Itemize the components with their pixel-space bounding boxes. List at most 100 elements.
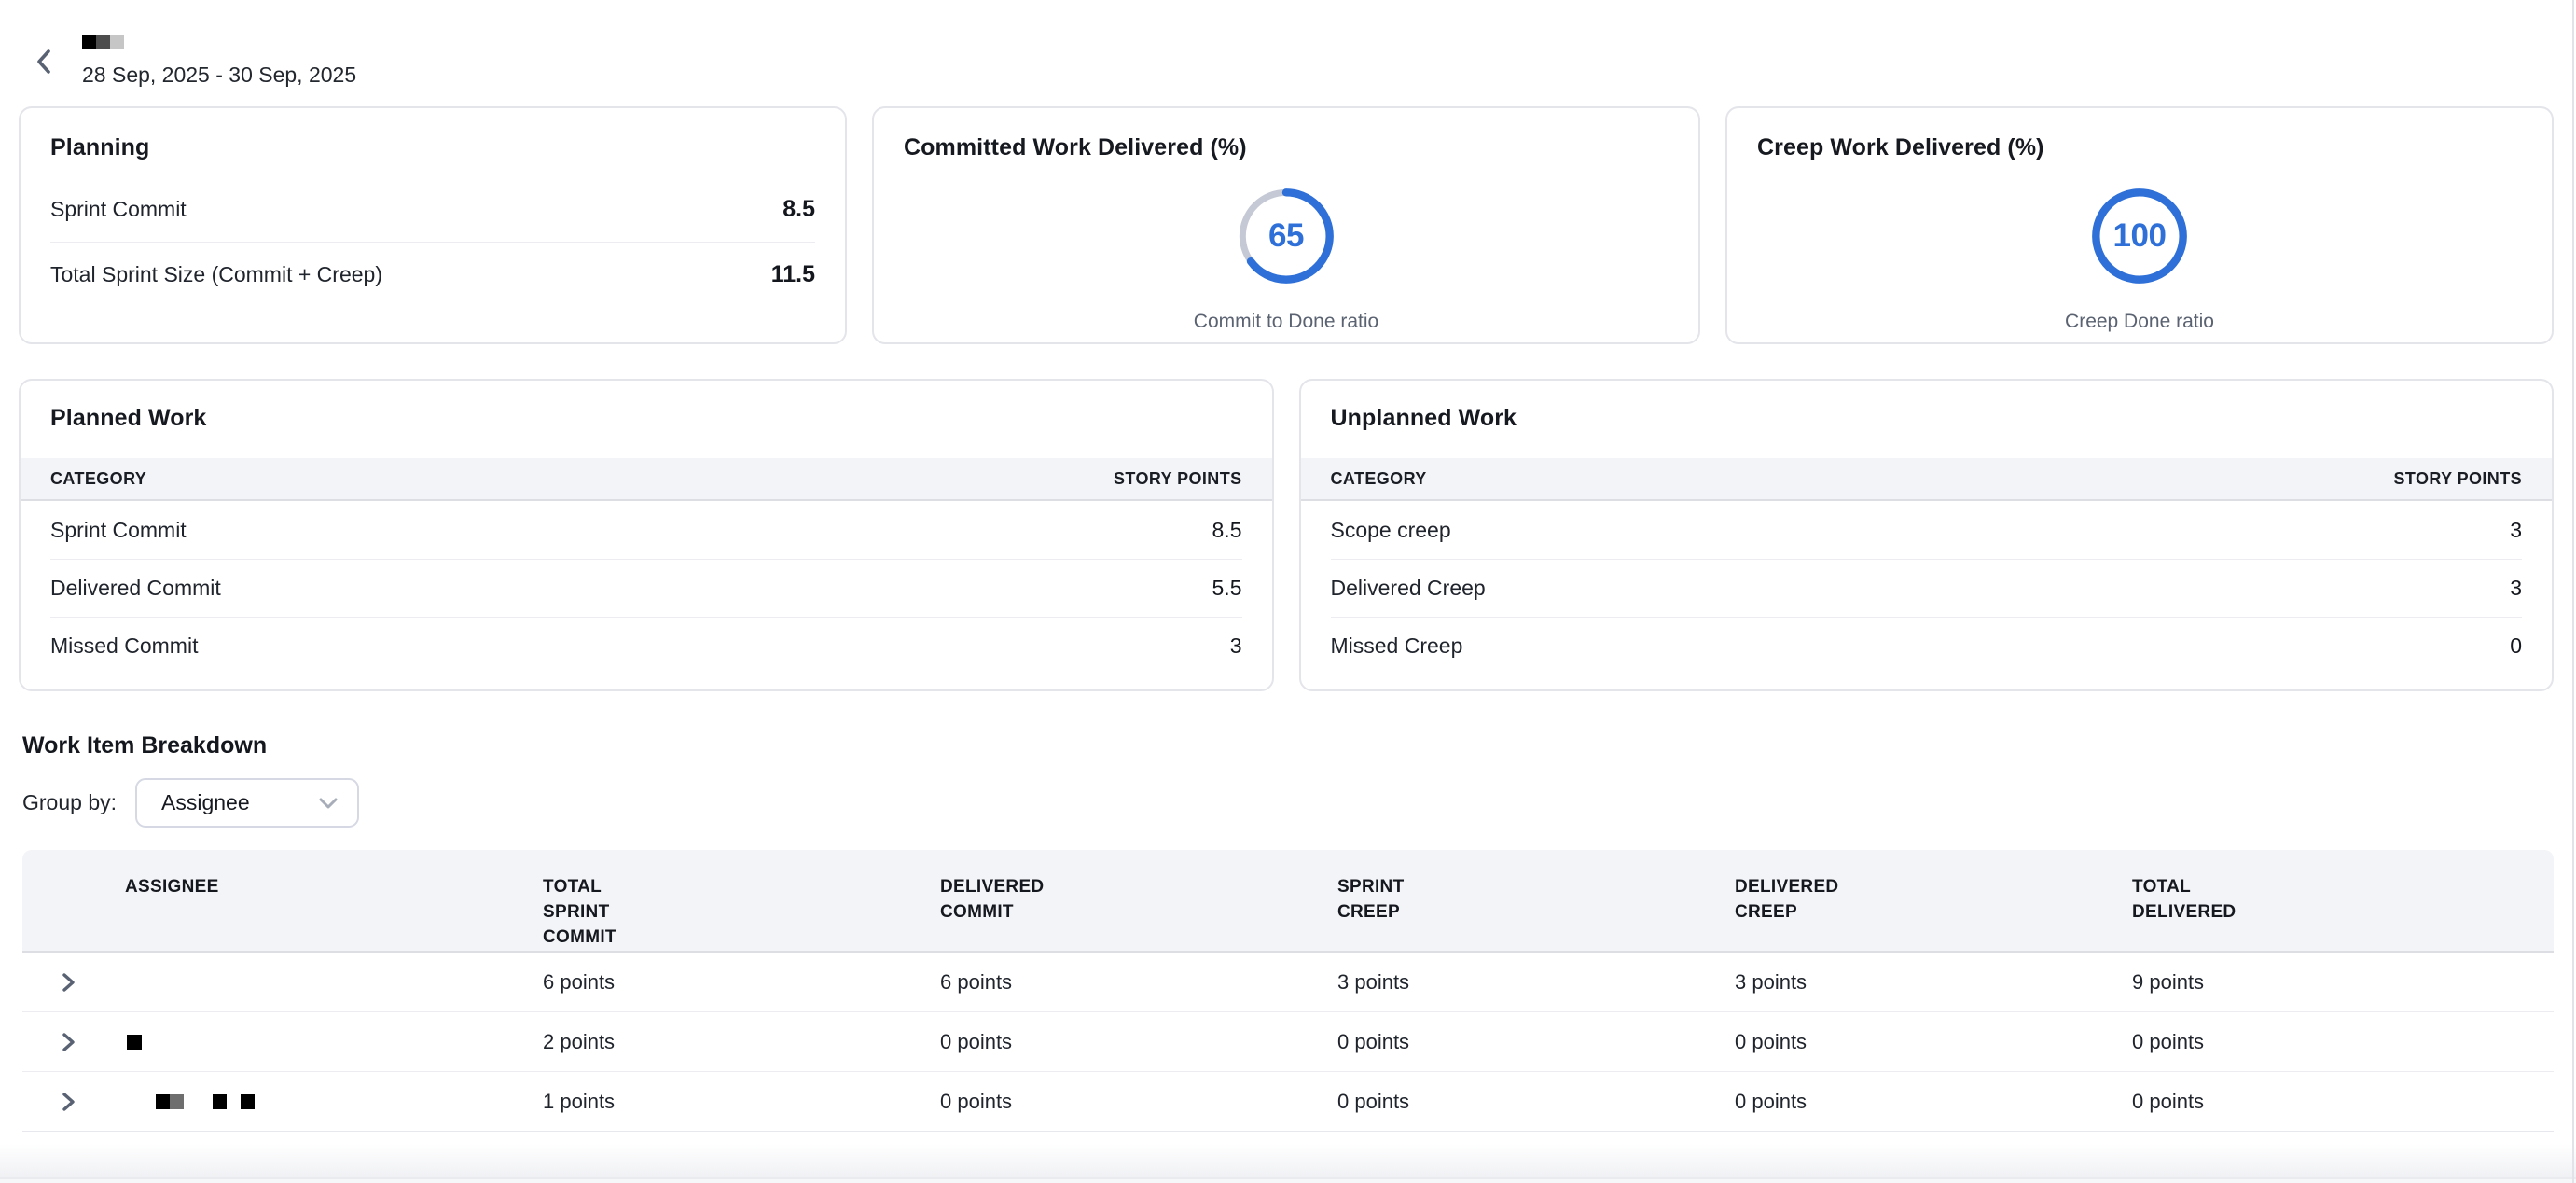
chevron-right-icon — [62, 1091, 76, 1113]
points-cell: 8.5 — [1212, 518, 1242, 543]
planning-row-value: 8.5 — [782, 196, 815, 223]
delivered-creep-cell: 0 points — [1735, 1030, 2132, 1054]
planning-card: Planning Sprint Commit 8.5 Total Sprint … — [19, 106, 847, 344]
category-cell: Missed Commit — [50, 633, 198, 659]
work-item-breakdown-title: Work Item Breakdown — [22, 732, 2554, 759]
group-by-label: Group by: — [22, 790, 117, 815]
bottom-bar — [0, 1177, 2576, 1183]
sprint-creep-cell: 0 points — [1337, 1030, 1735, 1054]
table-row: Sprint Commit 8.5 — [50, 501, 1242, 559]
total-delivered-cell: 0 points — [2132, 1090, 2554, 1114]
redacted-assignee-name — [125, 1035, 543, 1050]
assignee-column-header: ASSIGNEE — [125, 850, 543, 951]
report-header: 28 Sep, 2025 - 30 Sep, 2025 — [19, 0, 2554, 88]
table-row[interactable]: 6 points 6 points 3 points 3 points 9 po… — [22, 953, 2554, 1012]
chevron-right-icon — [62, 971, 76, 994]
redaction-block — [127, 1035, 142, 1050]
category-cell: Sprint Commit — [50, 518, 187, 543]
chevron-down-icon — [318, 797, 339, 810]
expand-row-button[interactable] — [56, 970, 80, 995]
assignee-cell — [125, 1035, 543, 1050]
committed-card-title: Committed Work Delivered (%) — [904, 134, 1669, 161]
planning-row-total-sprint-size: Total Sprint Size (Commit + Creep) 11.5 — [50, 242, 815, 307]
redaction-block — [213, 1094, 227, 1109]
category-cell: Missed Creep — [1331, 633, 1463, 659]
sprint-report-page: 28 Sep, 2025 - 30 Sep, 2025 Planning Spr… — [0, 0, 2576, 1132]
total-delivered-cell: 0 points — [2132, 1030, 2554, 1054]
delivered-commit-cell: 6 points — [940, 970, 1337, 995]
sprint-date-range: 28 Sep, 2025 - 30 Sep, 2025 — [82, 63, 356, 88]
summary-cards-row: Planning Sprint Commit 8.5 Total Sprint … — [19, 106, 2554, 344]
creep-percent-value: 100 — [2087, 184, 2192, 288]
creep-work-card: Creep Work Delivered (%) 100 Creep Done … — [1725, 106, 2554, 344]
points-cell: 3 — [1230, 633, 1242, 659]
redacted-assignee-name — [125, 1094, 543, 1109]
scrollbar-track[interactable] — [2572, 0, 2574, 1183]
group-by-row: Group by: Assignee — [22, 778, 2554, 828]
table-row: Delivered Creep 3 — [1331, 559, 2523, 617]
unplanned-work-card: Unplanned Work CATEGORY STORY POINTS Sco… — [1299, 379, 2555, 691]
expand-row-button[interactable] — [56, 1030, 80, 1054]
sprint-creep-cell: 3 points — [1337, 970, 1735, 995]
redaction-block — [82, 35, 96, 49]
assignee-cell — [125, 1094, 543, 1109]
points-cell: 3 — [2510, 518, 2522, 543]
sprint-creep-column-header: SPRINT CREEP — [1337, 850, 1735, 951]
delivered-commit-cell: 0 points — [940, 1030, 1337, 1054]
committed-percent-value: 65 — [1234, 184, 1338, 288]
planning-row-sprint-commit: Sprint Commit 8.5 — [50, 176, 815, 242]
table-row[interactable]: 1 points 0 points 0 points 0 points 0 po… — [22, 1072, 2554, 1132]
redaction-block — [96, 35, 110, 49]
committed-progress-ring: 65 — [1234, 184, 1338, 288]
planning-row-value: 11.5 — [771, 261, 815, 288]
redaction-block — [156, 1094, 184, 1109]
table-row: Scope creep 3 — [1331, 501, 2523, 559]
group-by-select[interactable]: Assignee — [135, 778, 359, 828]
delivered-commit-column-header: DELIVERED COMMIT — [940, 850, 1337, 951]
creep-card-title: Creep Work Delivered (%) — [1757, 134, 2522, 161]
planned-work-header-row: CATEGORY STORY POINTS — [21, 458, 1272, 501]
total-delivered-column-header: TOTAL DELIVERED — [2132, 850, 2554, 951]
total-sprint-commit-cell: 2 points — [543, 1030, 940, 1054]
chevron-right-icon — [62, 1031, 76, 1053]
story-points-column-header: STORY POINTS — [1114, 469, 1242, 489]
bottom-fade — [0, 1144, 2576, 1177]
category-cell: Delivered Commit — [50, 576, 221, 601]
planning-row-label: Total Sprint Size (Commit + Creep) — [50, 262, 382, 287]
chevron-left-icon — [34, 48, 54, 76]
expander-column-header — [22, 850, 125, 951]
points-cell: 5.5 — [1212, 576, 1242, 601]
creep-caption: Creep Done ratio — [1757, 311, 2522, 333]
table-row: Missed Commit 3 — [50, 617, 1242, 675]
table-row[interactable]: 2 points 0 points 0 points 0 points 0 po… — [22, 1012, 2554, 1072]
delivered-creep-column-header: DELIVERED CREEP — [1735, 850, 2132, 951]
sprint-title-redacted — [82, 35, 356, 49]
category-column-header: CATEGORY — [50, 469, 146, 489]
planning-row-label: Sprint Commit — [50, 197, 187, 222]
story-points-column-header: STORY POINTS — [2394, 469, 2523, 489]
unplanned-work-header-row: CATEGORY STORY POINTS — [1301, 458, 2553, 501]
points-cell: 0 — [2510, 633, 2522, 659]
unplanned-work-title: Unplanned Work — [1301, 405, 2553, 432]
category-cell: Scope creep — [1331, 518, 1451, 543]
work-tables-row: Planned Work CATEGORY STORY POINTS Sprin… — [19, 379, 2554, 691]
planned-work-card: Planned Work CATEGORY STORY POINTS Sprin… — [19, 379, 1274, 691]
total-sprint-commit-cell: 6 points — [543, 970, 940, 995]
delivered-creep-cell: 3 points — [1735, 970, 2132, 995]
category-column-header: CATEGORY — [1331, 469, 1427, 489]
delivered-creep-cell: 0 points — [1735, 1090, 2132, 1114]
redaction-block — [241, 1094, 255, 1109]
work-item-breakdown-table: ASSIGNEE TOTAL SPRINT COMMIT DELIVERED C… — [22, 850, 2554, 1132]
planning-card-title: Planning — [50, 134, 815, 161]
back-button[interactable] — [28, 46, 60, 77]
table-row: Delivered Commit 5.5 — [50, 559, 1242, 617]
group-by-selected-value: Assignee — [161, 790, 250, 815]
expand-row-button[interactable] — [56, 1090, 80, 1114]
redaction-block — [110, 35, 124, 49]
committed-caption: Commit to Done ratio — [904, 311, 1669, 333]
planned-work-title: Planned Work — [21, 405, 1272, 432]
creep-progress-ring: 100 — [2087, 184, 2192, 288]
points-cell: 3 — [2510, 576, 2522, 601]
total-delivered-cell: 9 points — [2132, 970, 2554, 995]
breakdown-header-row: ASSIGNEE TOTAL SPRINT COMMIT DELIVERED C… — [22, 850, 2554, 953]
